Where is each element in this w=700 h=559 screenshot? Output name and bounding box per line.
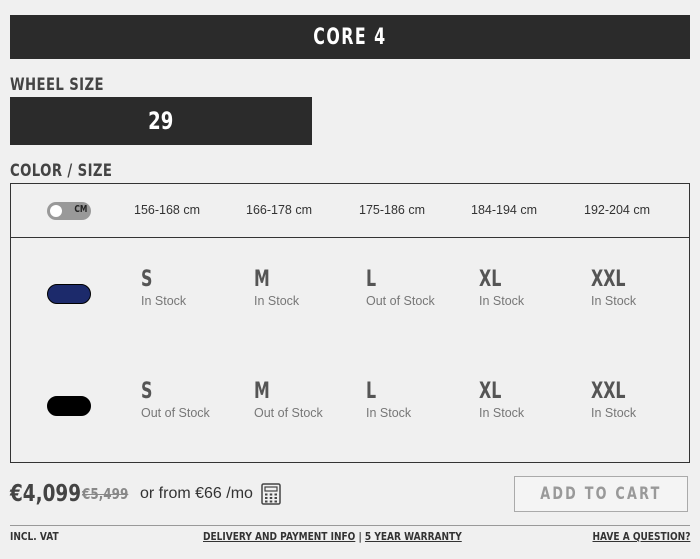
height-range-xxl: 192-204 cm: [584, 203, 651, 217]
stock-status: In Stock: [479, 406, 525, 420]
size-option-navy-xl[interactable]: XL In Stock: [479, 267, 579, 309]
height-range-s: 156-168 cm: [134, 203, 201, 217]
size-label: L: [366, 267, 377, 292]
footer-divider: [10, 525, 690, 526]
height-range-xl: 184-194 cm: [471, 203, 538, 217]
stock-status: In Stock: [141, 294, 187, 308]
size-label: XL: [479, 379, 502, 404]
footer-links: DELIVERY AND PAYMENT INFO | 5 YEAR WARRA…: [203, 530, 462, 543]
vat-note: INCL. VAT: [10, 530, 59, 543]
size-option-black-s[interactable]: S Out of Stock: [141, 379, 241, 421]
size-label: M: [254, 267, 270, 292]
stock-status: In Stock: [591, 294, 637, 308]
size-label: XL: [479, 267, 502, 292]
size-option-navy-m[interactable]: M In Stock: [254, 267, 354, 309]
model-title: CORE 4: [313, 24, 387, 50]
question-link[interactable]: HAVE A QUESTION?: [592, 530, 690, 543]
size-label: XXL: [591, 267, 626, 292]
size-label: S: [141, 379, 153, 404]
stock-status: In Stock: [254, 294, 300, 308]
finance-text: or from €66 /mo: [140, 485, 253, 502]
color-swatch-black[interactable]: [47, 396, 91, 416]
wheel-size-option[interactable]: 29: [10, 97, 312, 145]
unit-toggle-label: CM: [74, 204, 87, 215]
height-range-m: 166-178 cm: [246, 203, 313, 217]
size-option-black-xl[interactable]: XL In Stock: [479, 379, 579, 421]
toggle-knob: [50, 205, 62, 217]
stock-status: In Stock: [591, 406, 637, 420]
warranty-link[interactable]: 5 YEAR WARRANTY: [365, 530, 462, 543]
old-price: €5,499: [82, 485, 129, 503]
wheel-size-label: WHEEL SIZE: [10, 75, 104, 95]
size-label: XXL: [591, 379, 626, 404]
size-option-black-xxl[interactable]: XXL In Stock: [591, 379, 691, 421]
add-to-cart-button[interactable]: ADD TO CART: [514, 476, 688, 512]
size-option-navy-xxl[interactable]: XXL In Stock: [591, 267, 691, 309]
model-title-bar: CORE 4: [10, 15, 690, 59]
calculator-icon[interactable]: [261, 483, 281, 505]
size-label: M: [254, 379, 270, 404]
size-option-navy-s[interactable]: S In Stock: [141, 267, 241, 309]
height-header: CM 156-168 cm 166-178 cm 175-186 cm 184-…: [11, 184, 689, 238]
add-to-cart-label: ADD TO CART: [540, 484, 662, 504]
size-label: S: [141, 267, 153, 292]
price-row: €4,099 €5,499 or from €66 /mo: [10, 478, 281, 510]
current-price: €4,099: [10, 481, 82, 507]
color-size-grid: CM 156-168 cm 166-178 cm 175-186 cm 184-…: [10, 183, 690, 463]
unit-toggle[interactable]: CM: [47, 202, 91, 220]
stock-status: Out of Stock: [366, 294, 435, 308]
size-option-black-l[interactable]: L In Stock: [366, 379, 466, 421]
height-range-l: 175-186 cm: [359, 203, 426, 217]
stock-status: Out of Stock: [141, 406, 210, 420]
stock-status: Out of Stock: [254, 406, 323, 420]
color-swatch-navy[interactable]: [47, 284, 91, 304]
color-size-label: COLOR / SIZE: [10, 161, 113, 181]
size-label: L: [366, 379, 377, 404]
delivery-info-link[interactable]: DELIVERY AND PAYMENT INFO: [203, 530, 355, 543]
size-option-black-m[interactable]: M Out of Stock: [254, 379, 354, 421]
stock-status: In Stock: [479, 294, 525, 308]
size-option-navy-l[interactable]: L Out of Stock: [366, 267, 466, 309]
wheel-size-value: 29: [148, 107, 174, 135]
footer-separator: |: [358, 530, 362, 543]
stock-status: In Stock: [366, 406, 412, 420]
